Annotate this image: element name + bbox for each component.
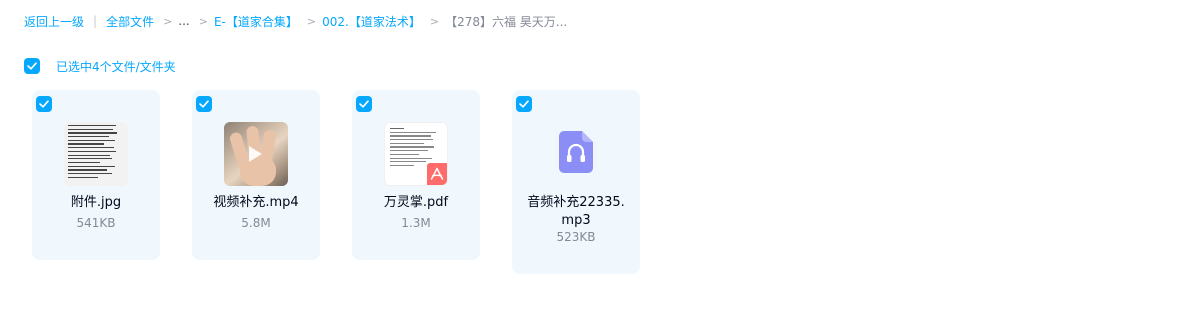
back-link[interactable]: 返回上一级 bbox=[24, 13, 84, 30]
file-card-attachment-jpg[interactable]: 附件.jpg 541KB bbox=[32, 90, 160, 260]
check-icon bbox=[27, 62, 37, 70]
breadcrumb-item-daojia-collection[interactable]: E-【道家合集】 bbox=[214, 13, 298, 30]
check-icon bbox=[39, 100, 49, 108]
breadcrumb: 返回上一级 | 全部文件 > ... > E-【道家合集】 > 002.【道家法… bbox=[24, 13, 567, 29]
file-name: 万灵掌.pdf bbox=[383, 195, 449, 210]
play-icon bbox=[249, 146, 262, 162]
file-card-audio-mp3[interactable]: 音频补充22335.mp3 523KB bbox=[512, 90, 640, 274]
file-name: 音频补充22335.mp3 bbox=[527, 195, 625, 228]
file-checkbox[interactable] bbox=[36, 96, 52, 112]
chevron-right-icon: > bbox=[306, 14, 317, 28]
selection-bar: 已选中4个文件/文件夹 bbox=[24, 57, 176, 75]
breadcrumb-item-daojia-magic[interactable]: 002.【道家法术】 bbox=[322, 13, 421, 30]
chevron-right-icon: > bbox=[198, 14, 208, 28]
pdf-icon bbox=[427, 163, 447, 185]
selection-count-text: 已选中4个文件/文件夹 bbox=[56, 59, 176, 74]
check-icon bbox=[199, 100, 209, 108]
file-card-video-mp4[interactable]: 视频补充.mp4 5.8M bbox=[192, 90, 320, 260]
file-name: 视频补充.mp4 bbox=[213, 195, 299, 210]
file-size: 1.3M bbox=[401, 216, 431, 230]
file-size: 523KB bbox=[556, 230, 596, 244]
file-size: 541KB bbox=[76, 216, 116, 230]
image-thumbnail bbox=[64, 122, 128, 186]
check-icon bbox=[519, 100, 529, 108]
audio-file-icon bbox=[559, 131, 593, 173]
chevron-right-icon: > bbox=[429, 14, 440, 28]
file-size: 5.8M bbox=[241, 216, 271, 230]
file-checkbox[interactable] bbox=[356, 96, 372, 112]
breadcrumb-divider: | bbox=[93, 14, 98, 28]
breadcrumb-item-ellipsis[interactable]: ... bbox=[178, 14, 189, 28]
check-icon bbox=[359, 100, 369, 108]
file-name: 附件.jpg bbox=[70, 195, 122, 210]
file-checkbox[interactable] bbox=[516, 96, 532, 112]
select-all-checkbox[interactable] bbox=[24, 58, 40, 74]
breadcrumb-current: 【278】六福 昊天万... bbox=[445, 14, 568, 29]
file-card-pdf[interactable]: 万灵掌.pdf 1.3M bbox=[352, 90, 480, 260]
video-thumbnail bbox=[224, 122, 288, 186]
chevron-right-icon: > bbox=[163, 14, 173, 28]
breadcrumb-item-all-files[interactable]: 全部文件 bbox=[106, 13, 154, 30]
pdf-thumbnail bbox=[384, 122, 448, 186]
file-checkbox[interactable] bbox=[196, 96, 212, 112]
